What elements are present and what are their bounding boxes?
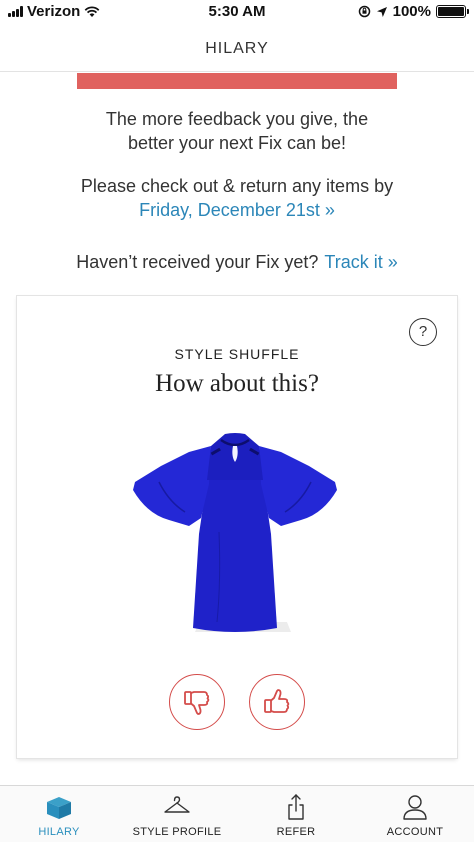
return-date-link[interactable]: Friday, December 21st » (0, 198, 474, 222)
tab-account[interactable]: ACCOUNT (356, 786, 474, 842)
card-eyebrow: STYLE SHUFFLE (174, 346, 300, 362)
location-icon (376, 6, 387, 17)
tab-style-profile[interactable]: STYLE PROFILE (118, 786, 236, 842)
tab-label-account: ACCOUNT (386, 826, 444, 838)
thumbs-down-icon (184, 691, 210, 715)
page-title: HILARY (205, 40, 269, 57)
tab-bar: HILARY STYLE PROFILE REFER ACCOUNT (0, 785, 474, 842)
nav-bar: HILARY (0, 24, 474, 72)
tab-label-refer: REFER (276, 826, 316, 838)
battery-icon (436, 5, 469, 18)
share-icon (288, 794, 304, 820)
return-prompt: Please check out & return any items by (80, 176, 394, 196)
dislike-button[interactable] (169, 674, 225, 730)
feedback-message: The more feedback you give, the better y… (0, 107, 474, 155)
rotation-lock-icon (358, 5, 370, 18)
feedback-line-1: The more feedback you give, the (105, 109, 369, 129)
like-button[interactable] (249, 674, 305, 730)
status-bar: Verizon 5:30 AM 100% (0, 0, 474, 24)
help-button[interactable]: ? (409, 318, 437, 346)
thumbs-up-icon (264, 689, 290, 713)
box-icon (47, 797, 71, 819)
feedback-line-2: better your next Fix can be! (127, 133, 347, 153)
style-shuffle-card: ? STYLE SHUFFLE How about this? (17, 296, 457, 758)
battery-level (438, 7, 464, 16)
alert-banner[interactable] (77, 73, 397, 89)
track-link[interactable]: Track it » (324, 252, 397, 272)
hanger-icon (164, 796, 190, 813)
not-received-text: Haven’t received your Fix yet? (76, 252, 319, 272)
tab-label-style-profile: STYLE PROFILE (132, 826, 222, 838)
battery-percent: 100% (392, 3, 431, 20)
tab-refer[interactable]: REFER (237, 786, 355, 842)
card-heading: How about this? (155, 370, 319, 397)
status-right: 100% (358, 3, 469, 20)
tab-hilary[interactable]: HILARY (0, 786, 118, 842)
person-icon (403, 795, 427, 820)
track-row: Haven’t received your Fix yet? Track it » (0, 250, 474, 274)
blouse-image (133, 433, 337, 632)
tab-label-hilary: HILARY (38, 826, 80, 838)
